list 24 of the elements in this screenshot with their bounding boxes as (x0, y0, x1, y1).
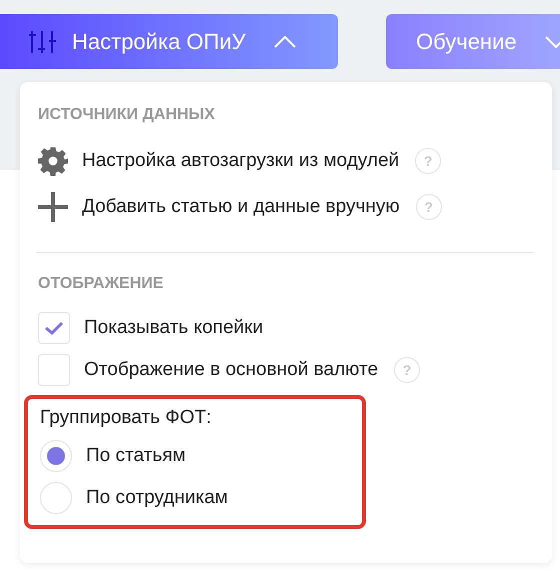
group-label: Группировать ФОТ: (40, 407, 212, 429)
help-icon[interactable]: ? (415, 148, 442, 174)
help-icon[interactable]: ? (416, 194, 442, 220)
checkbox-label: Показывать копейки (84, 317, 264, 339)
chevron-icon (544, 36, 560, 48)
radio-label: По сотрудникам (86, 487, 228, 509)
sliders-icon (28, 28, 56, 54)
gear-icon (38, 146, 68, 176)
radio-label: По статьям (86, 445, 186, 467)
chevron-icon (274, 36, 296, 48)
section-heading: ОТОБРАЖЕНИЕ (38, 275, 164, 293)
radio-button[interactable] (40, 440, 72, 472)
toolbar-button[interactable]: Настройка ОПиУ (0, 14, 338, 69)
menu-item[interactable]: Настройка автозагрузки из модулей (82, 150, 400, 172)
help-icon[interactable]: ? (394, 357, 420, 383)
checkbox[interactable] (38, 354, 70, 386)
toolbar-button[interactable]: Обучение (386, 14, 560, 69)
check-icon (44, 320, 64, 336)
checkbox[interactable] (38, 312, 70, 344)
checkbox-label: Отображение в основной валюте (84, 359, 378, 381)
plus-icon (38, 192, 68, 222)
radio-button[interactable] (40, 482, 72, 514)
section-heading: ИСТОЧНИКИ ДАННЫХ (38, 106, 216, 124)
menu-item[interactable]: Добавить статью и данные вручную (82, 196, 400, 218)
